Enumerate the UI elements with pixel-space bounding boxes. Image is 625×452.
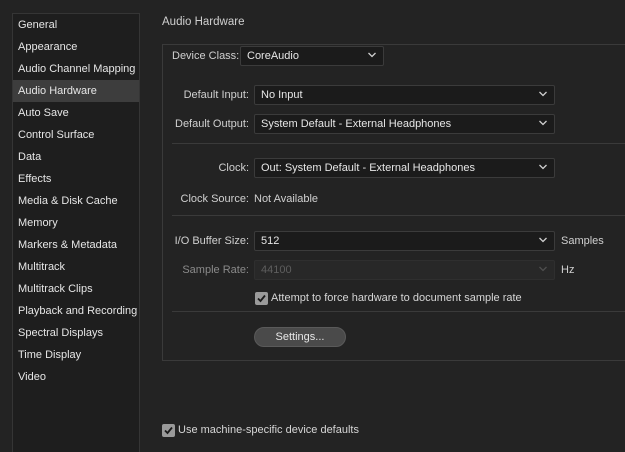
sample-rate-label: Sample Rate: bbox=[182, 264, 249, 276]
device-class-value: CoreAudio bbox=[247, 50, 299, 62]
sidebar-item-media-disk-cache[interactable]: Media & Disk Cache bbox=[13, 190, 139, 212]
sidebar-item-time-display[interactable]: Time Display bbox=[13, 344, 139, 366]
divider bbox=[172, 311, 625, 312]
default-input-value: No Input bbox=[261, 89, 303, 101]
sidebar-item-audio-hardware[interactable]: Audio Hardware bbox=[13, 80, 139, 102]
chevron-down-icon bbox=[539, 164, 547, 170]
sidebar-item-markers-metadata[interactable]: Markers & Metadata bbox=[13, 234, 139, 256]
divider bbox=[172, 215, 625, 216]
buffer-size-label: I/O Buffer Size: bbox=[174, 235, 249, 247]
sidebar-item-auto-save[interactable]: Auto Save bbox=[13, 102, 139, 124]
clock-source-value: Not Available bbox=[254, 193, 319, 205]
default-input-label: Default Input: bbox=[183, 89, 249, 101]
sidebar-item-multitrack[interactable]: Multitrack bbox=[13, 256, 139, 278]
sidebar-list: General Appearance Audio Channel Mapping Au… bbox=[13, 14, 139, 388]
default-output-select[interactable]: System Default - External Headphones bbox=[254, 114, 555, 134]
sidebar-item-data[interactable]: Data bbox=[13, 146, 139, 168]
sidebar-item-control-surface[interactable]: Control Surface bbox=[13, 124, 139, 146]
checkmark-icon bbox=[164, 426, 173, 435]
force-sample-rate-checkbox[interactable] bbox=[255, 292, 268, 305]
buffer-size-select[interactable]: 512 bbox=[254, 231, 555, 251]
chevron-down-icon bbox=[539, 266, 547, 272]
chevron-down-icon bbox=[539, 237, 547, 243]
sidebar-item-audio-channel-mapping[interactable]: Audio Channel Mapping bbox=[13, 58, 139, 80]
sidebar-item-spectral-displays[interactable]: Spectral Displays bbox=[13, 322, 139, 344]
page-title: Audio Hardware bbox=[162, 16, 245, 28]
checkmark-icon bbox=[257, 294, 266, 303]
preferences-sidebar: General Appearance Audio Channel Mapping Au… bbox=[12, 13, 140, 452]
clock-label: Clock: bbox=[218, 162, 249, 174]
default-input-select[interactable]: No Input bbox=[254, 85, 555, 105]
chevron-down-icon bbox=[539, 120, 547, 126]
sample-rate-select: 44100 bbox=[254, 260, 555, 280]
sidebar-item-playback-and-recording[interactable]: Playback and Recording bbox=[13, 300, 139, 322]
device-class-select[interactable]: CoreAudio bbox=[240, 46, 384, 66]
sidebar-item-memory[interactable]: Memory bbox=[13, 212, 139, 234]
sidebar-item-general[interactable]: General bbox=[13, 14, 139, 36]
sample-rate-value: 44100 bbox=[261, 264, 292, 276]
machine-defaults-checkbox[interactable] bbox=[162, 424, 175, 437]
sidebar-item-effects[interactable]: Effects bbox=[13, 168, 139, 190]
device-class-label: Device Class: bbox=[172, 50, 240, 62]
sidebar-item-video[interactable]: Video bbox=[13, 366, 139, 388]
sample-rate-unit: Hz bbox=[561, 264, 575, 276]
settings-button[interactable]: Settings... bbox=[254, 327, 346, 347]
sidebar-item-multitrack-clips[interactable]: Multitrack Clips bbox=[13, 278, 139, 300]
chevron-down-icon bbox=[368, 52, 376, 58]
default-output-value: System Default - External Headphones bbox=[261, 118, 452, 130]
sidebar-item-appearance[interactable]: Appearance bbox=[13, 36, 139, 58]
buffer-size-value: 512 bbox=[261, 235, 280, 247]
buffer-size-unit: Samples bbox=[561, 235, 604, 247]
divider bbox=[172, 143, 625, 144]
default-output-label: Default Output: bbox=[175, 118, 249, 130]
chevron-down-icon bbox=[539, 91, 547, 97]
clock-select[interactable]: Out: System Default - External Headphone… bbox=[254, 158, 555, 178]
clock-source-label: Clock Source: bbox=[180, 193, 249, 205]
force-sample-rate-label: Attempt to force hardware to document sa… bbox=[271, 292, 522, 304]
machine-defaults-label: Use machine-specific device defaults bbox=[178, 424, 359, 436]
clock-value: Out: System Default - External Headphone… bbox=[261, 162, 475, 174]
